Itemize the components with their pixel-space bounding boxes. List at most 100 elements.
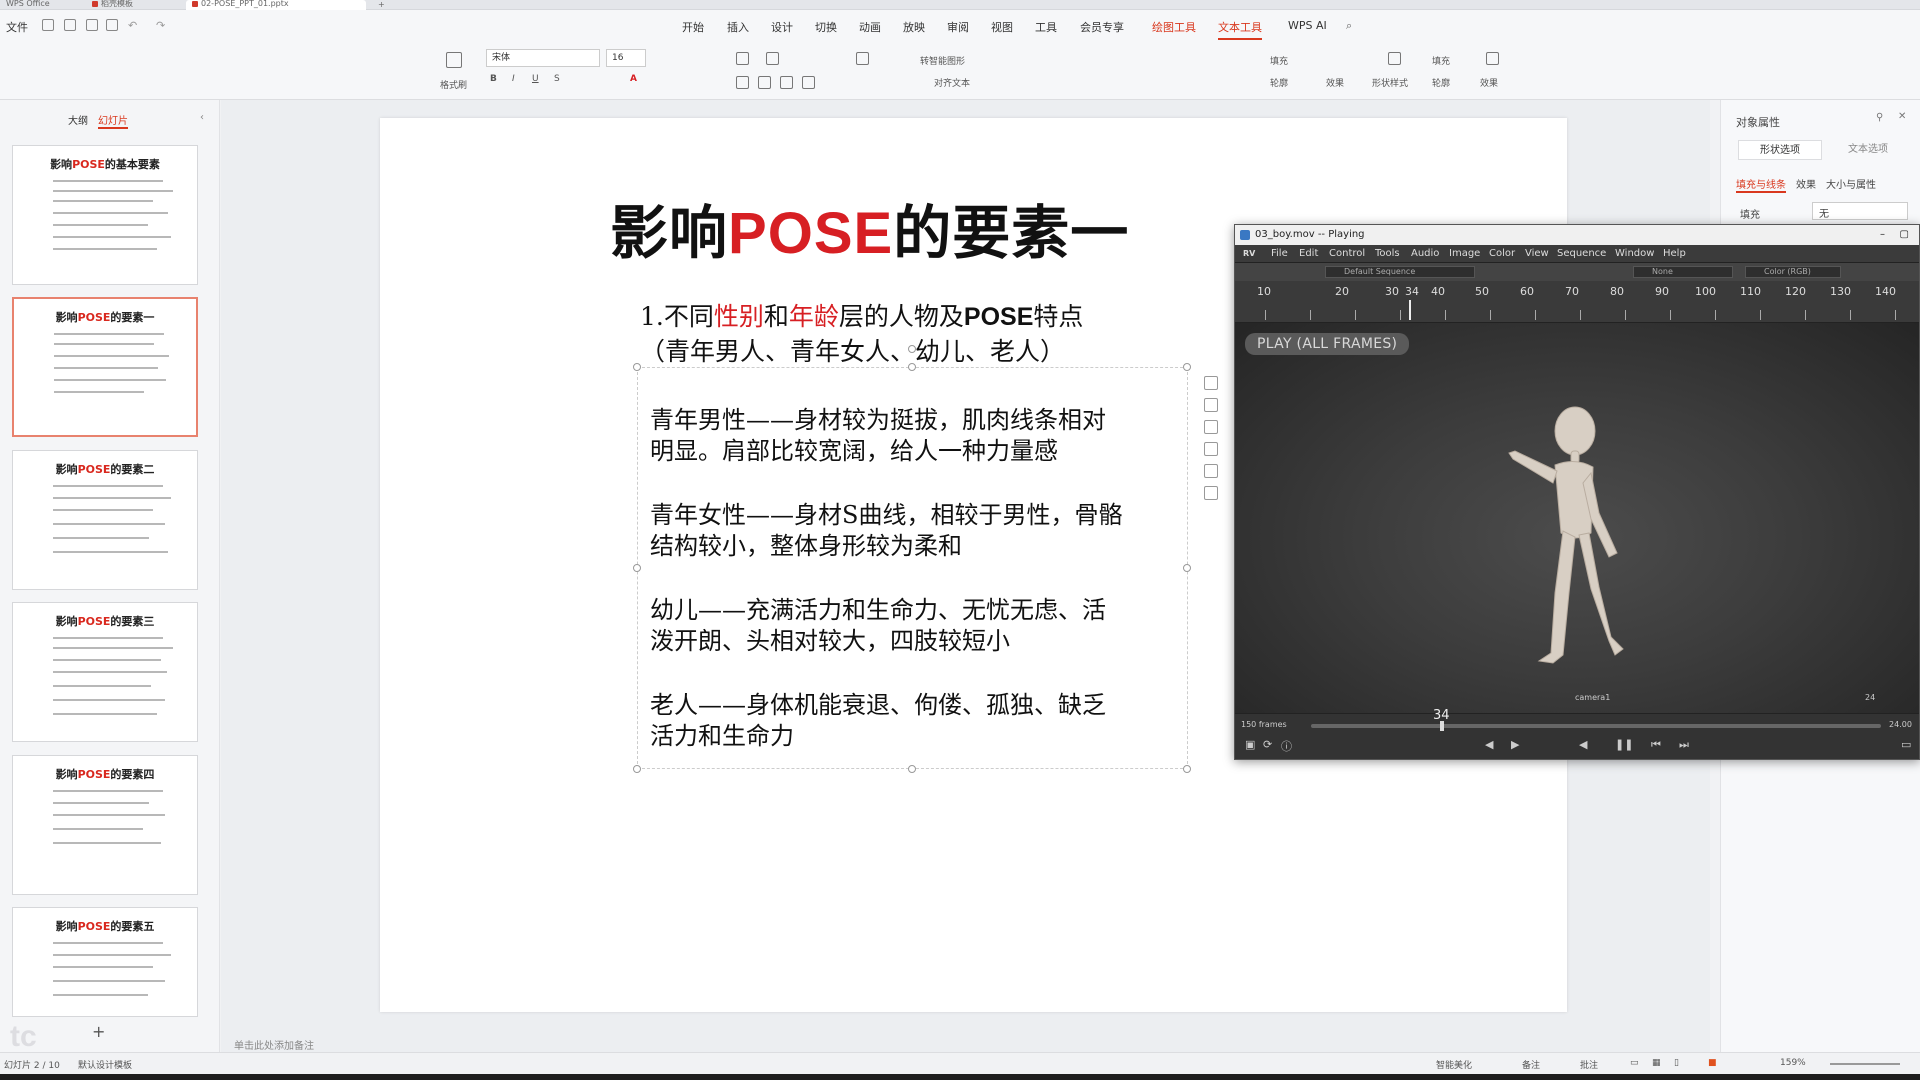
color-mode-select[interactable]: Color (RGB) bbox=[1745, 266, 1841, 278]
strikethrough-button[interactable]: S bbox=[554, 74, 560, 84]
zoom-slider[interactable] bbox=[1830, 1063, 1900, 1065]
tab-text-options[interactable]: 文本选项 bbox=[1826, 140, 1910, 160]
resize-handle[interactable] bbox=[908, 765, 916, 773]
bold-button[interactable]: B bbox=[490, 74, 497, 84]
reading-view-icon[interactable]: ▯ bbox=[1674, 1058, 1679, 1068]
shape-effect-button[interactable]: 效果 bbox=[1480, 76, 1498, 89]
menu-home[interactable]: 开始 bbox=[682, 19, 704, 35]
video-player-window[interactable]: 03_boy.mov -- Playing – ▢ RV File Edit C… bbox=[1234, 224, 1920, 760]
player-title-bar[interactable]: 03_boy.mov -- Playing – ▢ bbox=[1235, 225, 1919, 245]
subtab-fill-line[interactable]: 填充与线条 bbox=[1736, 176, 1786, 193]
fill-section-label[interactable]: 填充 bbox=[1740, 206, 1760, 221]
align-center-icon[interactable] bbox=[758, 76, 771, 89]
tab-slides[interactable]: 幻灯片 bbox=[98, 112, 128, 129]
menu-slideshow[interactable]: 放映 bbox=[903, 19, 925, 35]
scrubber-knob[interactable] bbox=[1440, 721, 1445, 731]
menu-member[interactable]: 会员专享 bbox=[1080, 19, 1124, 35]
player-menu-audio[interactable]: Audio bbox=[1411, 248, 1439, 259]
text-fill-button[interactable]: 填充 bbox=[1270, 54, 1288, 67]
copy-icon[interactable] bbox=[1204, 464, 1218, 478]
preview-icon[interactable] bbox=[106, 19, 118, 31]
numbering-icon[interactable] bbox=[766, 52, 779, 65]
pin-icon[interactable]: ⚲ bbox=[1876, 112, 1883, 123]
collapse-panel-icon[interactable]: ‹ bbox=[200, 112, 204, 123]
tab-outline[interactable]: 大纲 bbox=[68, 112, 88, 127]
skip-start-icon[interactable]: ⏮ bbox=[1651, 738, 1661, 752]
format-painter-icon[interactable] bbox=[446, 52, 462, 68]
fill-bucket-icon[interactable] bbox=[1204, 420, 1218, 434]
frame-ruler[interactable]: 10 20 30 34 40 50 60 70 80 90 100 110 12… bbox=[1235, 281, 1919, 323]
resize-handle[interactable] bbox=[633, 564, 641, 572]
subtab-effect[interactable]: 效果 bbox=[1796, 176, 1816, 191]
menu-review[interactable]: 审阅 bbox=[947, 19, 969, 35]
video-viewport[interactable]: PLAY (ALL FRAMES) camera1 24 bbox=[1235, 323, 1919, 713]
resize-handle[interactable] bbox=[1183, 363, 1191, 371]
line-spacing-icon[interactable] bbox=[856, 52, 869, 65]
shape-fill-button[interactable]: 填充 bbox=[1432, 54, 1450, 67]
add-slide-button[interactable]: + bbox=[92, 1022, 105, 1041]
align-left-icon[interactable] bbox=[736, 76, 749, 89]
redo-icon[interactable]: ↷ bbox=[156, 19, 165, 32]
slide-title[interactable]: 影响POSE的要素一 bbox=[610, 186, 1129, 270]
shape-style-button[interactable]: 形状样式 bbox=[1372, 76, 1408, 89]
tab-docer[interactable]: 稻壳模板 bbox=[86, 0, 176, 10]
new-tab-icon[interactable]: + bbox=[378, 0, 385, 9]
menu-view[interactable]: 视图 bbox=[991, 19, 1013, 35]
edit-icon[interactable] bbox=[1204, 398, 1218, 412]
zoom-level[interactable]: 159% bbox=[1780, 1058, 1806, 1068]
player-menu-sequence[interactable]: Sequence bbox=[1557, 248, 1606, 259]
subtab-size[interactable]: 大小与属性 bbox=[1826, 176, 1876, 191]
menu-text-tools[interactable]: 文本工具 bbox=[1218, 19, 1262, 40]
layers-icon[interactable] bbox=[1204, 376, 1218, 390]
pause-icon[interactable]: ❚❚ bbox=[1615, 738, 1633, 751]
player-menu-tools[interactable]: Tools bbox=[1375, 248, 1400, 259]
player-menu-file[interactable]: File bbox=[1271, 248, 1288, 259]
fill-select[interactable]: 无 bbox=[1812, 202, 1908, 220]
player-menu-window[interactable]: Window bbox=[1615, 248, 1654, 259]
shape-style-icon[interactable] bbox=[1388, 52, 1401, 65]
justify-icon[interactable] bbox=[802, 76, 815, 89]
paragraph-elderly[interactable]: 老人——身体机能衰退、佝偻、孤独、缺乏 活力和生命力 bbox=[650, 690, 1180, 752]
resize-handle[interactable] bbox=[1183, 564, 1191, 572]
undo-icon[interactable]: ↶ bbox=[128, 19, 137, 32]
menu-design[interactable]: 设计 bbox=[771, 19, 793, 35]
paragraph-young-male[interactable]: 青年男性——身材较为挺拔，肌肉线条相对 明显。肩部比较宽阔，给人一种力量感 bbox=[650, 405, 1180, 467]
tab-document[interactable]: 02-POSE_PPT_01.pptx bbox=[186, 0, 366, 10]
shape-effect-icon[interactable] bbox=[1486, 52, 1499, 65]
comments-button[interactable]: 批注 bbox=[1580, 1058, 1598, 1071]
paragraph-child[interactable]: 幼儿——充满活力和生命力、无忧无虑、活 泼开朗、头相对较大，四肢较短小 bbox=[650, 595, 1180, 657]
player-menu-control[interactable]: Control bbox=[1329, 248, 1365, 259]
resize-handle[interactable] bbox=[1183, 765, 1191, 773]
player-menu-image[interactable]: Image bbox=[1449, 248, 1480, 259]
player-menu-view[interactable]: View bbox=[1525, 248, 1549, 259]
channel-select[interactable]: None bbox=[1633, 266, 1733, 278]
layout-icon[interactable]: ▣ bbox=[1245, 738, 1255, 751]
slide-subtitle-line2[interactable]: （青年男人、青年女人、幼儿、老人） bbox=[640, 335, 1065, 369]
playhead-marker[interactable] bbox=[1409, 300, 1411, 320]
open-icon[interactable] bbox=[64, 19, 76, 31]
print-icon[interactable] bbox=[86, 19, 98, 31]
rotate-handle[interactable] bbox=[908, 345, 916, 353]
sorter-view-icon[interactable]: ▦ bbox=[1652, 1058, 1661, 1068]
resize-handle[interactable] bbox=[908, 363, 916, 371]
bullets-icon[interactable] bbox=[736, 52, 749, 65]
resize-handle[interactable] bbox=[633, 363, 641, 371]
menu-insert[interactable]: 插入 bbox=[727, 19, 749, 35]
slide-subtitle[interactable]: 1.不同性别和年龄层的人物及POSE特点 bbox=[640, 300, 1083, 334]
menu-tools[interactable]: 工具 bbox=[1035, 19, 1057, 35]
timeline-scrubber[interactable] bbox=[1311, 721, 1881, 731]
normal-view-icon[interactable]: ▭ bbox=[1630, 1058, 1639, 1068]
slide-thumbnail[interactable]: 影响POSE的要素五 bbox=[12, 907, 198, 1017]
menu-file[interactable]: 文件 bbox=[6, 19, 28, 35]
text-effect-button[interactable]: 效果 bbox=[1326, 76, 1344, 89]
slide-thumbnail[interactable]: 影响POSE的基本要素 bbox=[12, 145, 198, 285]
player-menu-edit[interactable]: Edit bbox=[1299, 248, 1318, 259]
smart-beautify-button[interactable]: 智能美化 bbox=[1436, 1058, 1472, 1071]
step-back-audio-icon[interactable]: ◀ bbox=[1485, 738, 1493, 751]
font-family-select[interactable]: 宋体 bbox=[486, 49, 600, 67]
notes-button[interactable]: 备注 bbox=[1522, 1058, 1540, 1071]
paragraph-young-female[interactable]: 青年女性——身材S曲线，相较于男性，骨骼 结构较小，整体身形较为柔和 bbox=[650, 500, 1180, 562]
menu-animation[interactable]: 动画 bbox=[859, 19, 881, 35]
step-forward-audio-icon[interactable]: ▶ bbox=[1511, 738, 1519, 751]
menu-transition[interactable]: 切换 bbox=[815, 19, 837, 35]
